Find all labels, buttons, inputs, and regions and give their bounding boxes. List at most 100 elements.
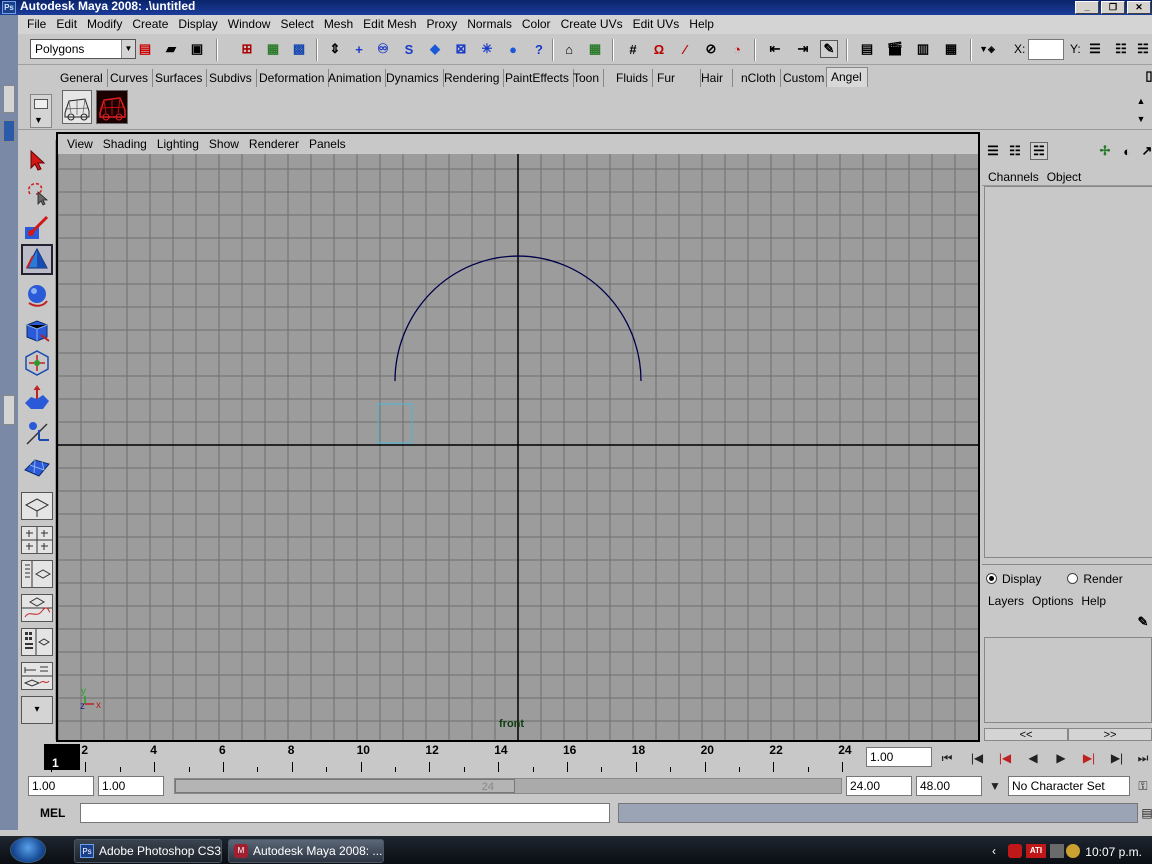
tool-settings-toggle-icon[interactable]: ☵	[1030, 142, 1048, 160]
menu-select[interactable]: Select	[275, 15, 318, 34]
manipulator-icon[interactable]: ✢	[1096, 142, 1114, 160]
shelf-menu-control[interactable]: ▼	[30, 94, 52, 128]
task-photoshop[interactable]: Ps Adobe Photoshop CS3...	[74, 839, 222, 863]
scroll-left-button[interactable]: <<	[984, 728, 1068, 741]
shelf-trash-icon[interactable]: ▯	[1140, 67, 1152, 85]
menu-create-uvs[interactable]: Create UVs	[556, 15, 628, 34]
select-object-icon[interactable]: ▦	[264, 40, 282, 58]
channel-box-toggle-icon[interactable]: ☰	[984, 142, 1002, 160]
menu-create[interactable]: Create	[127, 15, 173, 34]
tool-settings-toggle-icon[interactable]: ☷	[1112, 40, 1130, 58]
show-hidden-icons-icon[interactable]: ‹	[992, 844, 1006, 858]
snap-grid-icon[interactable]: #	[624, 40, 642, 58]
save-scene-icon[interactable]: ▣	[188, 40, 206, 58]
end-time-field[interactable]: 48.00	[916, 776, 982, 796]
display-radio[interactable]: Display	[986, 571, 1041, 587]
shelf-item-car-wireframe[interactable]	[62, 90, 92, 124]
shelf-scroll-icon[interactable]: ▲	[1132, 92, 1150, 110]
time-slider-track[interactable]: 1 2 4 6 8 10 12 14 16 18 20 22 24	[30, 742, 856, 772]
sidebar-toggle-icon[interactable]: ☰	[1086, 40, 1104, 58]
select-dynamics-icon[interactable]: ✳	[478, 40, 496, 58]
input-connections-icon[interactable]: ⇤	[766, 40, 784, 58]
menu-edit-uvs[interactable]: Edit UVs	[628, 15, 685, 34]
layout-four-view[interactable]	[21, 526, 53, 554]
tab-custom[interactable]: Custom	[779, 69, 830, 87]
layer-menu-help[interactable]: Help	[1077, 592, 1110, 610]
tab-hair[interactable]: Hair	[697, 69, 733, 87]
script-editor-icon[interactable]: ▤	[1136, 803, 1152, 823]
playback-end-field[interactable]: 24.00	[846, 776, 912, 796]
step-forward-key-icon[interactable]: ▶|	[1078, 748, 1100, 768]
soft-modification-tool[interactable]	[21, 381, 53, 412]
output-connections-icon[interactable]: ⇥	[794, 40, 812, 58]
layout-hypershade[interactable]	[21, 628, 53, 656]
tab-painteffects[interactable]: PaintEffects	[501, 69, 574, 87]
range-handle[interactable]: 24	[175, 779, 515, 793]
lasso-tool[interactable]	[21, 177, 53, 208]
rotate-tool[interactable]	[21, 279, 53, 310]
menu-modify[interactable]: Modify	[82, 15, 127, 34]
menu-color[interactable]: Color	[517, 15, 556, 34]
panel-menu-shading[interactable]: Shading	[98, 134, 152, 154]
menu-normals[interactable]: Normals	[462, 15, 517, 34]
network-icon[interactable]	[1050, 844, 1064, 858]
step-back-key-icon[interactable]: |◀	[994, 748, 1016, 768]
expand-arrow-icon[interactable]: ↗	[1138, 142, 1152, 160]
channel-box-menu-object[interactable]: Object	[1043, 168, 1086, 185]
menu-proxy[interactable]: Proxy	[422, 15, 463, 34]
menu-mesh[interactable]: Mesh	[319, 15, 358, 34]
play-forwards-icon[interactable]: ▶	[1050, 748, 1072, 768]
playback-start-field[interactable]: 1.00	[98, 776, 164, 796]
select-rendering-icon[interactable]: ●	[504, 40, 522, 58]
show-manipulator-tool[interactable]	[21, 416, 53, 447]
snap-view-plane-icon[interactable]: ⊘	[702, 40, 720, 58]
snap-point-icon[interactable]: ∕	[676, 40, 694, 58]
layout-single-perspective[interactable]	[21, 492, 53, 520]
scale-tool[interactable]	[21, 313, 53, 344]
tab-curves[interactable]: Curves	[106, 69, 154, 87]
select-handles-icon[interactable]: +	[350, 40, 368, 58]
new-scene-icon[interactable]: ▤	[136, 40, 154, 58]
tab-surfaces[interactable]: Surfaces	[151, 69, 208, 87]
selection-mask-icon[interactable]: ⇕	[326, 40, 344, 58]
panel-menu-panels[interactable]: Panels	[304, 134, 351, 154]
tab-fur[interactable]: Fur	[653, 69, 701, 87]
tab-subdivs[interactable]: Subdivs	[205, 69, 257, 87]
select-deformations-icon[interactable]: ⊠	[452, 40, 470, 58]
shelf-item-car-render[interactable]	[96, 90, 128, 124]
menu-file[interactable]: File	[22, 15, 51, 34]
go-to-end-icon[interactable]: ⏭	[1132, 748, 1152, 768]
go-to-start-icon[interactable]: ⏮	[936, 748, 958, 768]
channel-box-body[interactable]	[984, 186, 1152, 558]
render-settings-icon[interactable]: ▦	[942, 40, 960, 58]
range-bar[interactable]: 24	[174, 778, 842, 794]
new-layer-icon[interactable]: ✎	[1134, 613, 1152, 631]
select-surfaces-icon[interactable]: ◆	[426, 40, 444, 58]
render-view-icon[interactable]: ▤	[858, 40, 876, 58]
channel-box-menu-channels[interactable]: Channels	[984, 168, 1043, 185]
shading-ball-icon[interactable]: ◐	[1118, 142, 1136, 160]
channel-box-toggle-icon[interactable]: ☵	[1134, 40, 1152, 58]
input-mode-icon[interactable]: ▼◈	[978, 40, 996, 58]
current-time-field[interactable]: 1.00	[866, 747, 932, 767]
panel-menu-view[interactable]: View	[62, 134, 98, 154]
scroll-right-button[interactable]: >>	[1068, 728, 1152, 741]
menu-edit-mesh[interactable]: Edit Mesh	[358, 15, 421, 34]
step-back-frame-icon[interactable]: |◀	[966, 748, 988, 768]
panel-menu-show[interactable]: Show	[204, 134, 244, 154]
restore-button[interactable]: ❐	[1101, 1, 1125, 14]
layer-menu-options[interactable]: Options	[1028, 592, 1077, 610]
lock-selection-icon[interactable]: ⌂	[560, 40, 578, 58]
layout-persp-graph[interactable]	[21, 594, 53, 622]
task-maya[interactable]: M Autodesk Maya 2008: ...	[228, 839, 384, 863]
snap-curve-icon[interactable]: Ω	[650, 40, 668, 58]
layout-more-button[interactable]: ▾	[21, 696, 53, 724]
mel-label[interactable]: MEL	[40, 806, 65, 820]
step-forward-frame-icon[interactable]: ▶|	[1106, 748, 1128, 768]
shelf-scroll-icon[interactable]: ▼	[1132, 110, 1150, 128]
tab-ncloth[interactable]: nCloth	[737, 69, 781, 87]
select-tool[interactable]	[21, 144, 53, 175]
panel-menu-lighting[interactable]: Lighting	[152, 134, 204, 154]
layer-menu-layers[interactable]: Layers	[984, 592, 1028, 610]
tab-rendering[interactable]: Rendering	[440, 69, 505, 87]
